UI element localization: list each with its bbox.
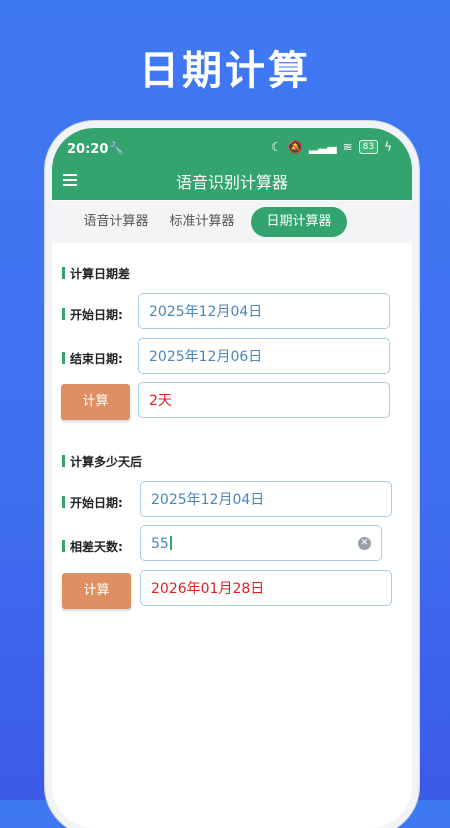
- status-icons: ☾ 🔕 ▂▃▄ ≋ 83 ϟ: [271, 140, 392, 154]
- wifi-icon: ≋: [342, 140, 353, 154]
- wrench-icon: 🔧: [109, 141, 124, 155]
- app-title: 语音识别计算器: [175, 173, 288, 192]
- mute-icon: 🔕: [287, 140, 303, 154]
- calc-after-button[interactable]: 计算: [62, 573, 131, 609]
- moon-icon: ☾: [271, 140, 282, 154]
- end-date-label: 结束日期:: [62, 350, 123, 367]
- days-value: 55: [151, 536, 169, 552]
- section-title-date-after: 计算多少天后: [62, 453, 142, 470]
- phone-frame: 20:20 🔧 ☾ 🔕 ▂▃▄ ≋ 83 ϟ 语音识别计算器 语音计算器 标准计…: [52, 128, 412, 828]
- days-label: 相差天数:: [62, 538, 123, 555]
- signal-icon: ▂▃▄: [308, 140, 337, 154]
- diff-result-field: 2天: [138, 382, 390, 418]
- start-date-label: 开始日期:: [62, 306, 123, 323]
- banner-title: 日期计算: [139, 48, 311, 94]
- tab-standard-calculator[interactable]: 标准计算器: [152, 207, 252, 237]
- after-result-field: 2026年01月28日: [140, 570, 392, 606]
- start-date-label-2: 开始日期:: [62, 494, 123, 511]
- status-time: 20:20: [67, 142, 109, 157]
- calc-diff-button[interactable]: 计算: [61, 384, 130, 420]
- text-cursor: [169, 536, 172, 550]
- end-date-field[interactable]: 2025年12月06日: [138, 338, 390, 374]
- tab-bar: 语音计算器 标准计算器 日期计算器: [52, 201, 412, 243]
- app-header: 20:20 🔧 ☾ 🔕 ▂▃▄ ≋ 83 ϟ 语音识别计算器: [52, 128, 412, 200]
- tab-voice-calculator[interactable]: 语音计算器: [66, 207, 166, 237]
- days-input[interactable]: 55 ✕: [140, 525, 382, 561]
- tab-date-calculator[interactable]: 日期计算器: [251, 207, 347, 237]
- charging-icon: ϟ: [384, 140, 392, 154]
- start-date-field[interactable]: 2025年12月04日: [138, 293, 390, 329]
- clear-icon[interactable]: ✕: [358, 537, 371, 550]
- start-date-field-2[interactable]: 2025年12月04日: [140, 481, 392, 517]
- battery-icon: 83: [358, 140, 379, 154]
- section-title-date-diff: 计算日期差: [62, 265, 130, 282]
